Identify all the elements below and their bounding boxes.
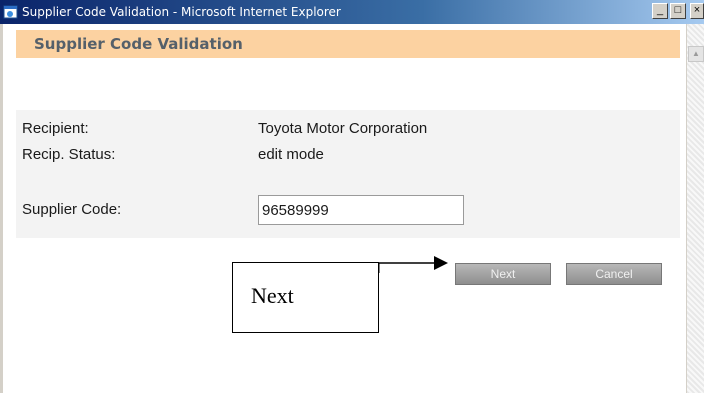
- annotation-callout-text: Next: [251, 283, 294, 308]
- cancel-button[interactable]: Cancel: [566, 263, 662, 285]
- arrow-right-icon: [378, 256, 448, 273]
- maximize-button[interactable]: □: [670, 3, 686, 19]
- triangle-up-icon[interactable]: ▲: [688, 46, 704, 62]
- next-button[interactable]: Next: [455, 263, 551, 285]
- page-title: Supplier Code Validation: [34, 35, 243, 53]
- page-header-banner: Supplier Code Validation: [16, 30, 680, 58]
- supplier-code-label: Supplier Code:: [22, 201, 122, 218]
- browser-window: Supplier Code Validation - Microsoft Int…: [0, 0, 704, 393]
- recipient-value: Toyota Motor Corporation: [258, 120, 428, 137]
- window-title: Supplier Code Validation - Microsoft Int…: [22, 5, 341, 19]
- title-bar[interactable]: Supplier Code Validation - Microsoft Int…: [0, 0, 704, 24]
- minimize-button[interactable]: _: [652, 3, 668, 19]
- supplier-code-input[interactable]: [258, 195, 464, 225]
- ie-page-icon: [3, 5, 18, 19]
- recipient-status-value: edit mode: [258, 146, 324, 163]
- recipient-status-label: Recip. Status:: [22, 146, 116, 163]
- vertical-scrollbar[interactable]: ▲: [686, 24, 704, 393]
- annotation-callout-box: Next: [232, 262, 379, 333]
- recipient-label: Recipient:: [22, 120, 89, 137]
- close-button[interactable]: ×: [690, 3, 704, 19]
